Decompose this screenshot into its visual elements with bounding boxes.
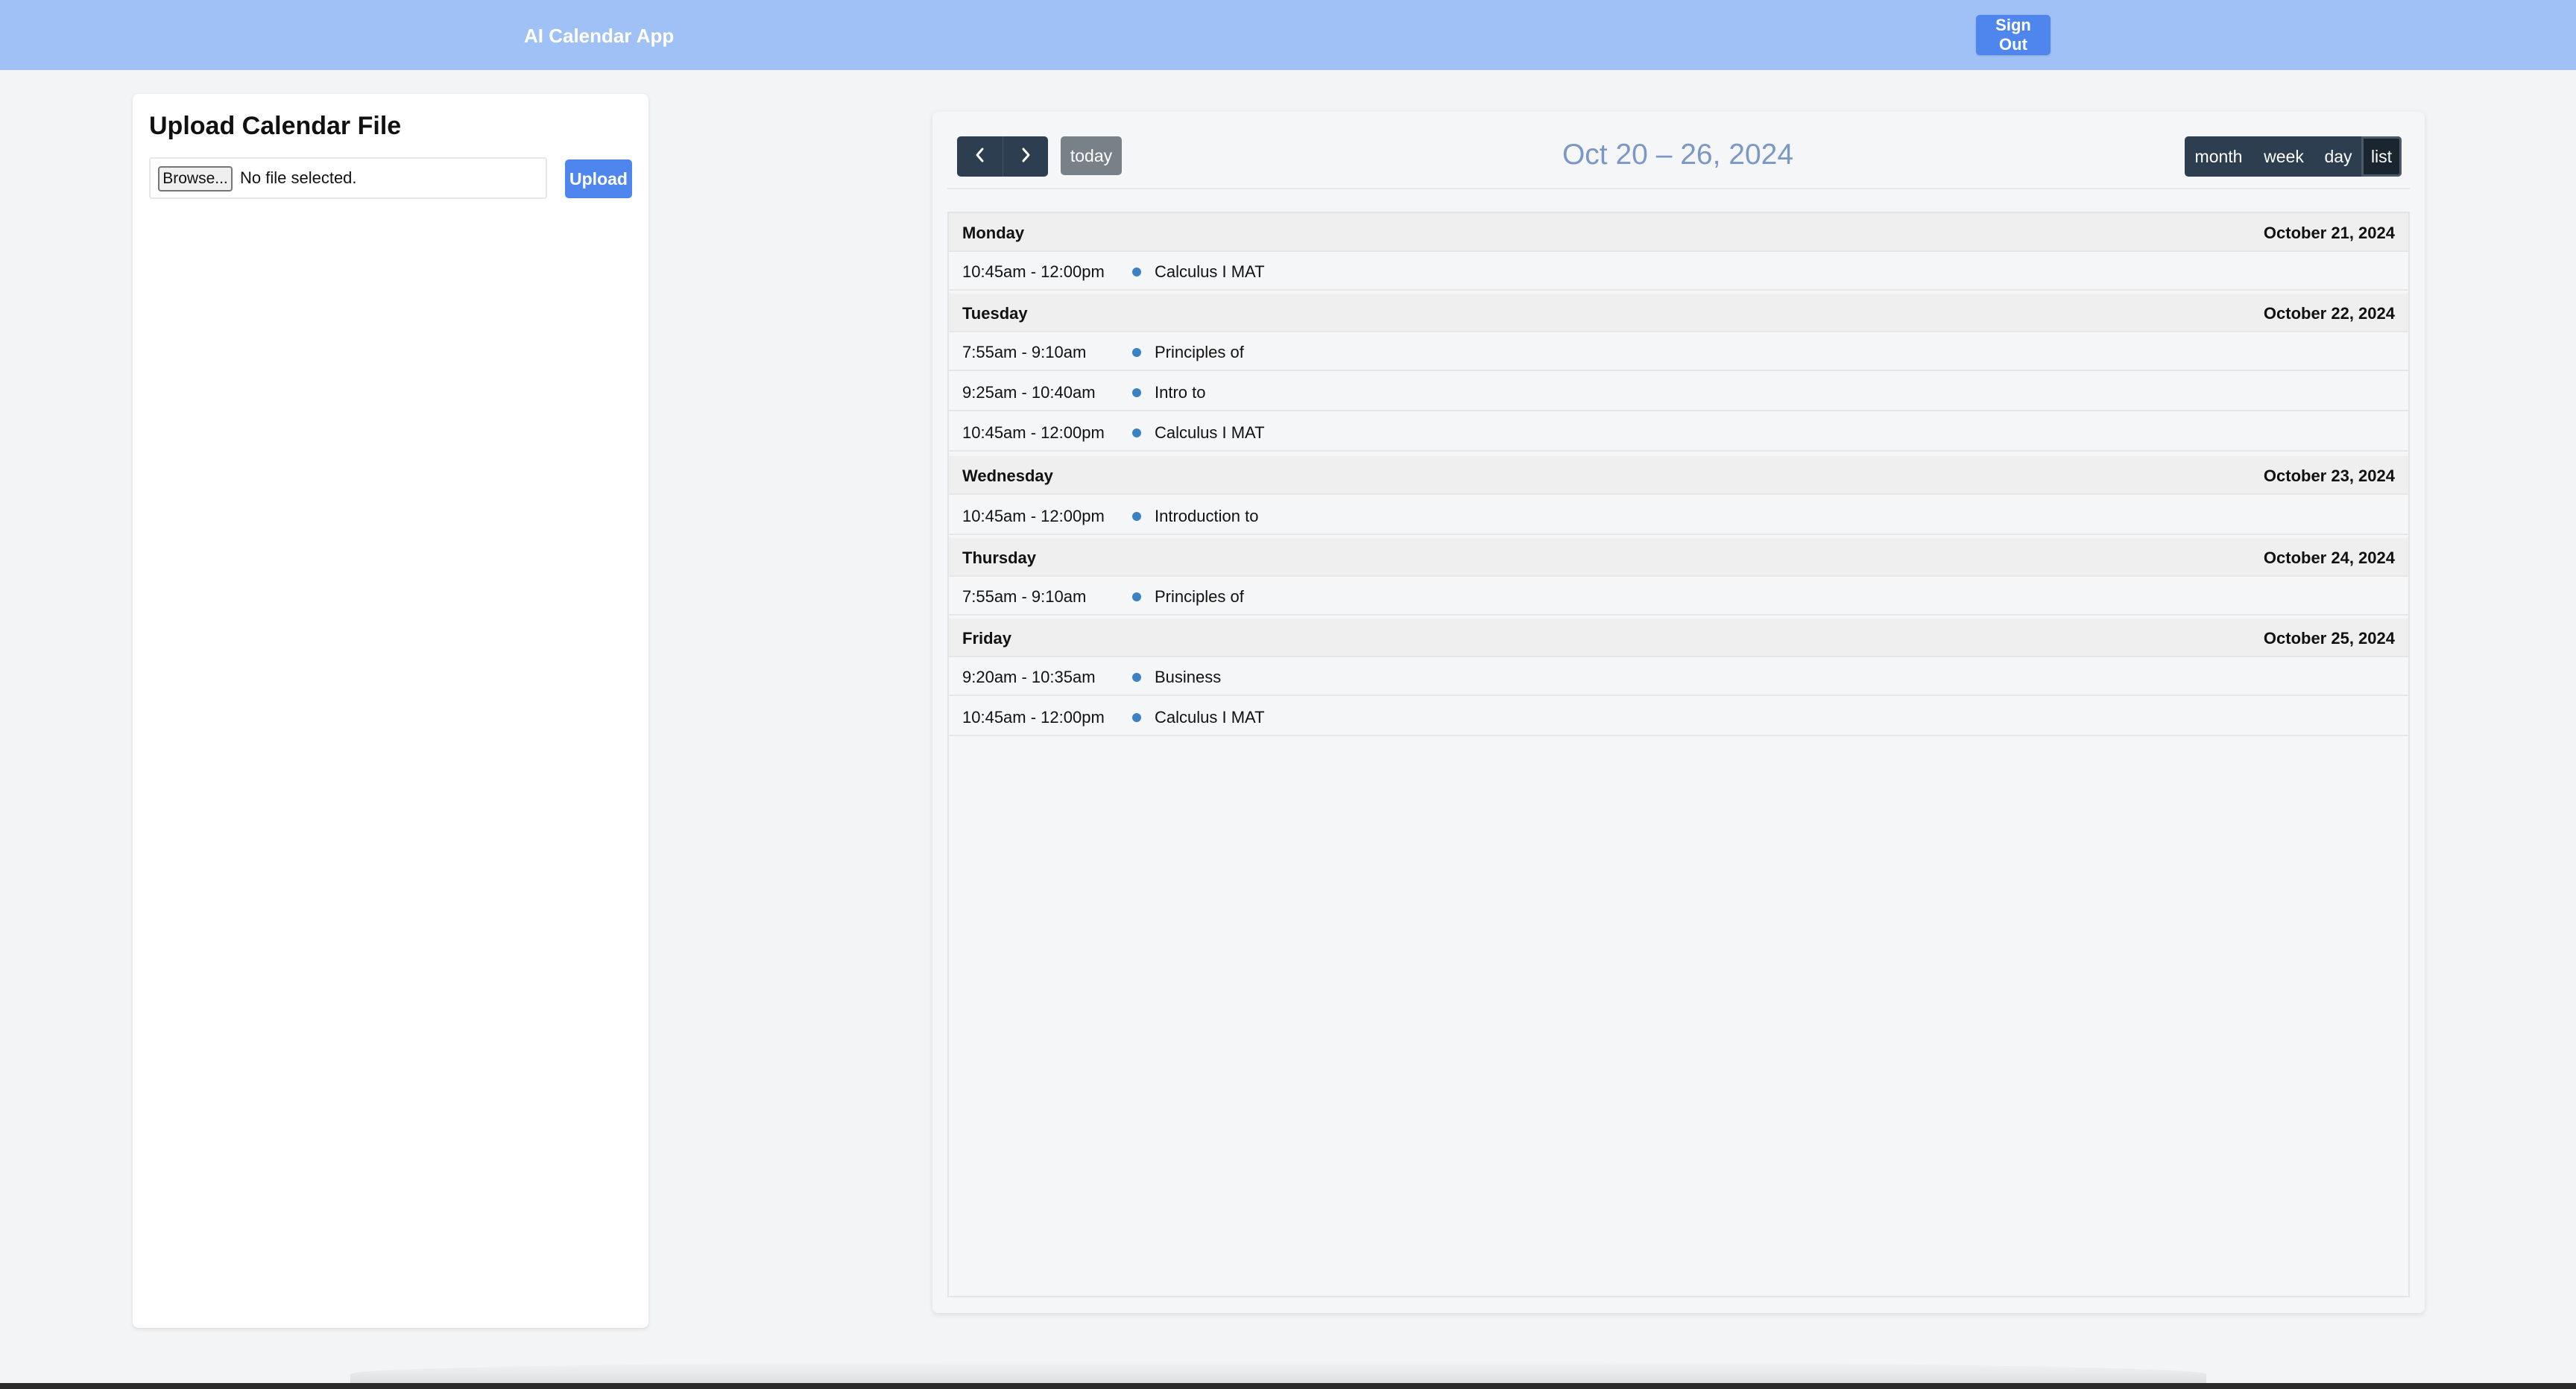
browse-button[interactable]: Browse... xyxy=(158,166,233,192)
today-button[interactable]: today xyxy=(1061,136,1122,175)
sign-out-button[interactable]: Sign Out xyxy=(1976,15,2051,55)
top-navbar: AI Calendar App Sign Out xyxy=(0,0,2576,70)
app-title: AI Calendar App xyxy=(524,25,675,47)
event-title[interactable]: Calculus I MAT xyxy=(1155,423,1265,443)
day-header: Wednesday October 23, 2024 xyxy=(949,456,2408,495)
event-row[interactable]: 10:45am - 12:00pm Introduction to xyxy=(949,496,2408,535)
event-dot-icon xyxy=(1132,713,1141,722)
view-switcher: month week day list xyxy=(2185,136,2402,177)
event-dot-icon xyxy=(1132,428,1141,437)
event-list: Monday October 21, 2024 10:45am - 12:00p… xyxy=(947,212,2410,1297)
day-header: Monday October 21, 2024 xyxy=(949,213,2408,252)
event-row[interactable]: 9:25am - 10:40am Intro to xyxy=(949,373,2408,411)
event-row[interactable]: 10:45am - 12:00pm Calculus I MAT xyxy=(949,413,2408,452)
day-header: Tuesday October 22, 2024 xyxy=(949,294,2408,332)
day-date: October 25, 2024 xyxy=(2263,629,2395,648)
event-row[interactable]: 7:55am - 9:10am Principles of xyxy=(949,577,2408,616)
calendar-title: Oct 20 – 26, 2024 xyxy=(1562,139,1794,171)
chevron-left-icon xyxy=(976,148,983,162)
event-title[interactable]: Principles of xyxy=(1155,587,1244,607)
day-name: Friday xyxy=(962,629,1012,648)
event-time: 10:45am - 12:00pm xyxy=(962,423,1105,442)
event-row[interactable]: 9:20am - 10:35am Business xyxy=(949,657,2408,696)
event-time: 9:20am - 10:35am xyxy=(962,668,1096,686)
calendar-panel: today Oct 20 – 26, 2024 month week day l… xyxy=(932,112,2425,1313)
next-button[interactable] xyxy=(1003,136,1048,177)
event-dot-icon xyxy=(1132,348,1141,357)
view-list-button[interactable]: list xyxy=(2361,136,2402,177)
chevron-right-icon xyxy=(1022,148,1030,162)
file-status: No file selected. xyxy=(240,168,357,187)
day-header: Thursday October 24, 2024 xyxy=(949,538,2408,577)
event-dot-icon xyxy=(1132,268,1141,276)
day-date: October 21, 2024 xyxy=(2263,224,2395,242)
event-title[interactable]: Principles of xyxy=(1155,343,1244,362)
upload-panel: Upload Calendar File Browse... No file s… xyxy=(133,94,648,1328)
day-name: Wednesday xyxy=(962,466,1053,485)
file-input[interactable]: Browse... No file selected. xyxy=(149,157,547,199)
event-time: 10:45am - 12:00pm xyxy=(962,708,1105,727)
day-name: Monday xyxy=(962,224,1025,242)
view-day-button[interactable]: day xyxy=(2315,136,2361,177)
event-dot-icon xyxy=(1132,512,1141,521)
event-time: 10:45am - 12:00pm xyxy=(962,507,1105,525)
event-title[interactable]: Business xyxy=(1155,668,1221,687)
event-title[interactable]: Intro to xyxy=(1155,383,1205,402)
day-name: Thursday xyxy=(962,548,1037,567)
toolbar-divider xyxy=(947,188,2410,189)
view-week-button[interactable]: week xyxy=(2253,136,2315,177)
event-row[interactable]: 10:45am - 12:00pm Calculus I MAT xyxy=(949,697,2408,736)
event-time: 7:55am - 9:10am xyxy=(962,587,1087,606)
day-header: Friday October 25, 2024 xyxy=(949,618,2408,657)
event-dot-icon xyxy=(1132,592,1141,601)
event-dot-icon xyxy=(1132,388,1141,397)
event-dot-icon xyxy=(1132,673,1141,682)
window-bottom-edge xyxy=(0,1383,2576,1389)
upload-button[interactable]: Upload xyxy=(565,159,632,198)
event-time: 10:45am - 12:00pm xyxy=(962,262,1105,281)
day-date: October 23, 2024 xyxy=(2263,466,2395,485)
day-date: October 24, 2024 xyxy=(2263,548,2395,567)
upload-title: Upload Calendar File xyxy=(149,112,402,140)
prev-next-group xyxy=(957,136,1048,177)
event-title[interactable]: Introduction to xyxy=(1155,507,1258,526)
event-title[interactable]: Calculus I MAT xyxy=(1155,262,1265,282)
event-time: 7:55am - 9:10am xyxy=(962,343,1087,361)
prev-button[interactable] xyxy=(957,136,1003,177)
view-month-button[interactable]: month xyxy=(2185,136,2253,177)
day-name: Tuesday xyxy=(962,304,1028,323)
event-row[interactable]: 7:55am - 9:10am Principles of xyxy=(949,332,2408,371)
event-row[interactable]: 10:45am - 12:00pm Calculus I MAT xyxy=(949,252,2408,291)
event-title[interactable]: Calculus I MAT xyxy=(1155,708,1265,727)
day-date: October 22, 2024 xyxy=(2263,304,2395,323)
event-time: 9:25am - 10:40am xyxy=(962,383,1096,402)
